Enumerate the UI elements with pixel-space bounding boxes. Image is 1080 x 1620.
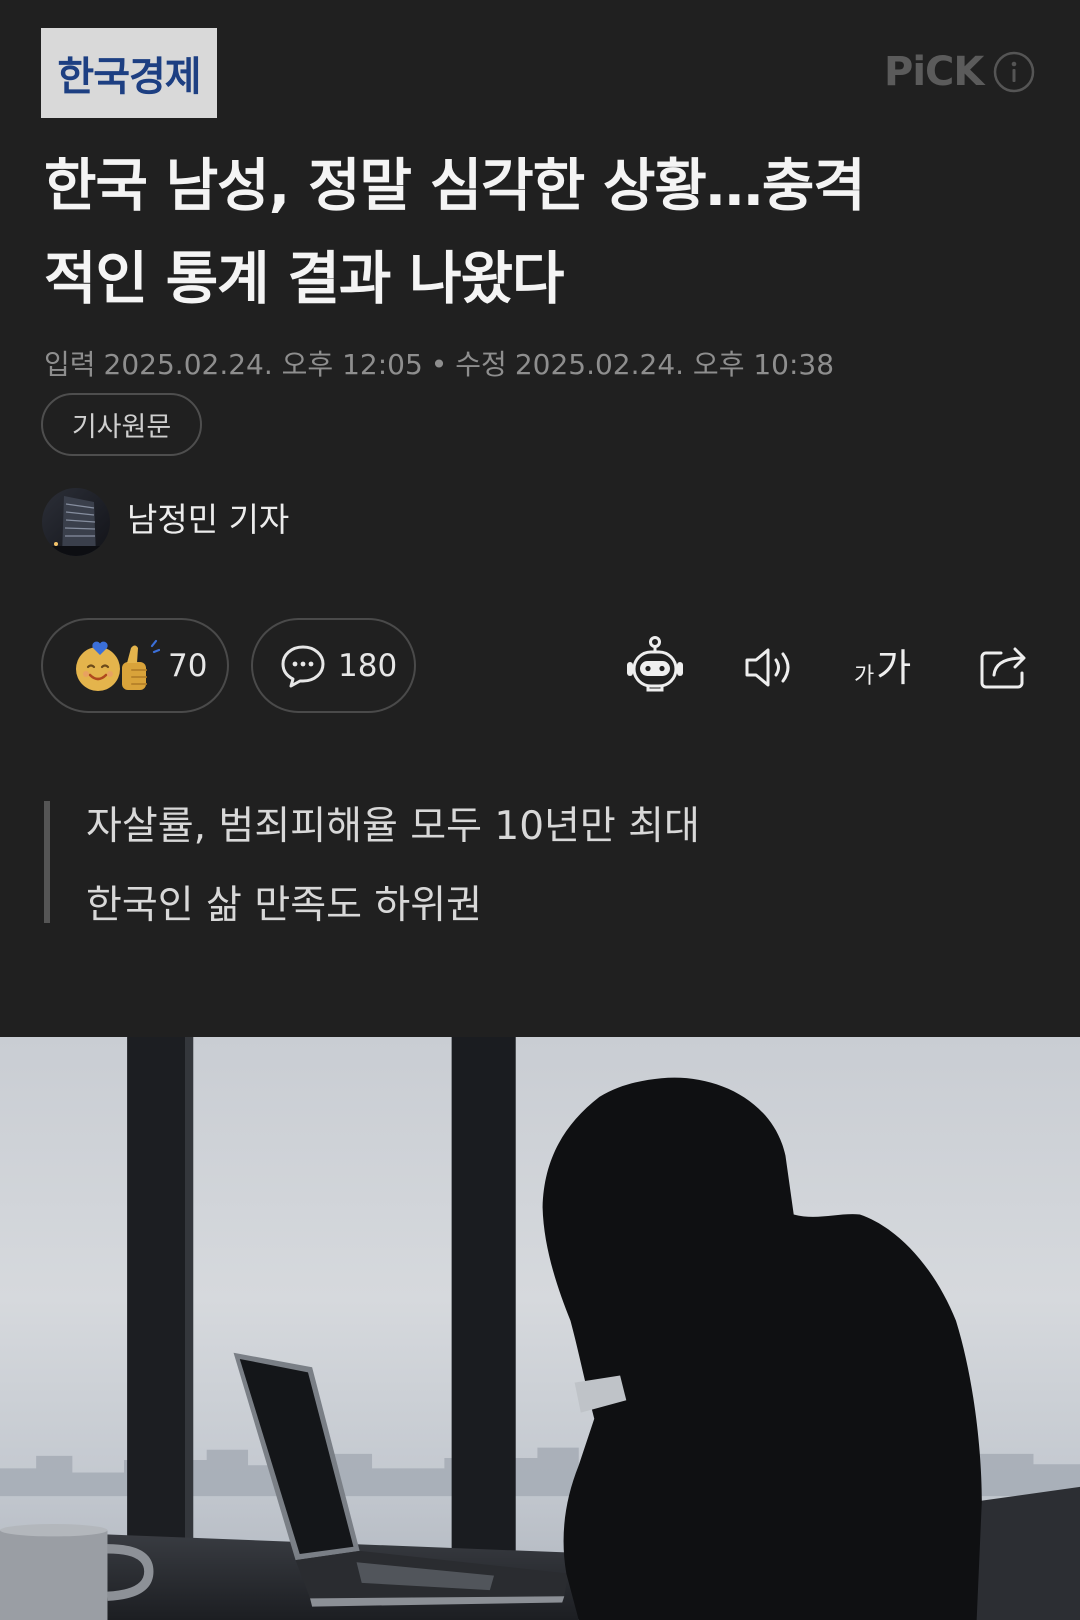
modified-label: 수정 [455, 348, 507, 381]
reporter-avatar[interactable] [42, 488, 110, 556]
robot-icon[interactable] [625, 636, 685, 693]
article-dateline: 입력 2025.02.24. 오후 12:05 • 수정 2025.02.24. 오후 … [44, 346, 842, 384]
date-separator: • [430, 348, 448, 381]
comment-button[interactable]: 180 [251, 618, 416, 713]
pick-label: PiCK [884, 49, 984, 95]
font-size-small-glyph: 가 [854, 664, 875, 689]
pick-badge: PiCK [884, 49, 1035, 95]
subtitle-line: 한국인 삶 만족도 하위권 [86, 883, 482, 928]
reaction-button[interactable]: 70 [41, 618, 229, 713]
speaker-icon[interactable] [744, 647, 796, 688]
subtitle-line: 자살률, 범죄피해율 모두 10년만 최대 [86, 804, 700, 849]
subtitle-bar [44, 801, 50, 923]
article-title-line: 적인 통계 결과 나왔다 [44, 246, 565, 312]
modified-datetime: 2025.02.24. 오후 10:38 [514, 348, 835, 381]
original-article-button[interactable]: 기사원문 [41, 393, 202, 456]
article-title: 한국 남성, 정말 심각한 상황…충격 적인 통계 결과 나왔다 [44, 140, 1054, 326]
press-logo[interactable]: 한국경제 [41, 28, 217, 118]
window-frame-left [127, 1037, 185, 1620]
reporter-name[interactable]: 남정민 기자 [127, 500, 289, 540]
article-subtitle: 자살률, 범죄피해율 모두 10년만 최대 한국인 삶 만족도 하위권 [86, 787, 700, 945]
window-frame-center [451, 1037, 516, 1620]
input-datetime: 2025.02.24. 오후 12:05 [103, 348, 423, 381]
comment-icon [281, 645, 325, 687]
reaction-count: 70 [168, 647, 208, 684]
article-title-line: 한국 남성, 정말 심각한 상황…충격 [44, 153, 866, 219]
info-icon[interactable] [993, 51, 1035, 93]
article-photo [0, 1037, 1080, 1620]
comment-count: 180 [338, 647, 398, 684]
font-size-large-glyph: 가 [876, 646, 912, 690]
reaction-emoji-icon [76, 639, 160, 691]
font-size-icon[interactable]: 가 가 [854, 640, 911, 690]
share-icon[interactable] [979, 643, 1032, 689]
input-label: 입력 [44, 348, 96, 381]
chair [966, 1486, 1080, 1620]
